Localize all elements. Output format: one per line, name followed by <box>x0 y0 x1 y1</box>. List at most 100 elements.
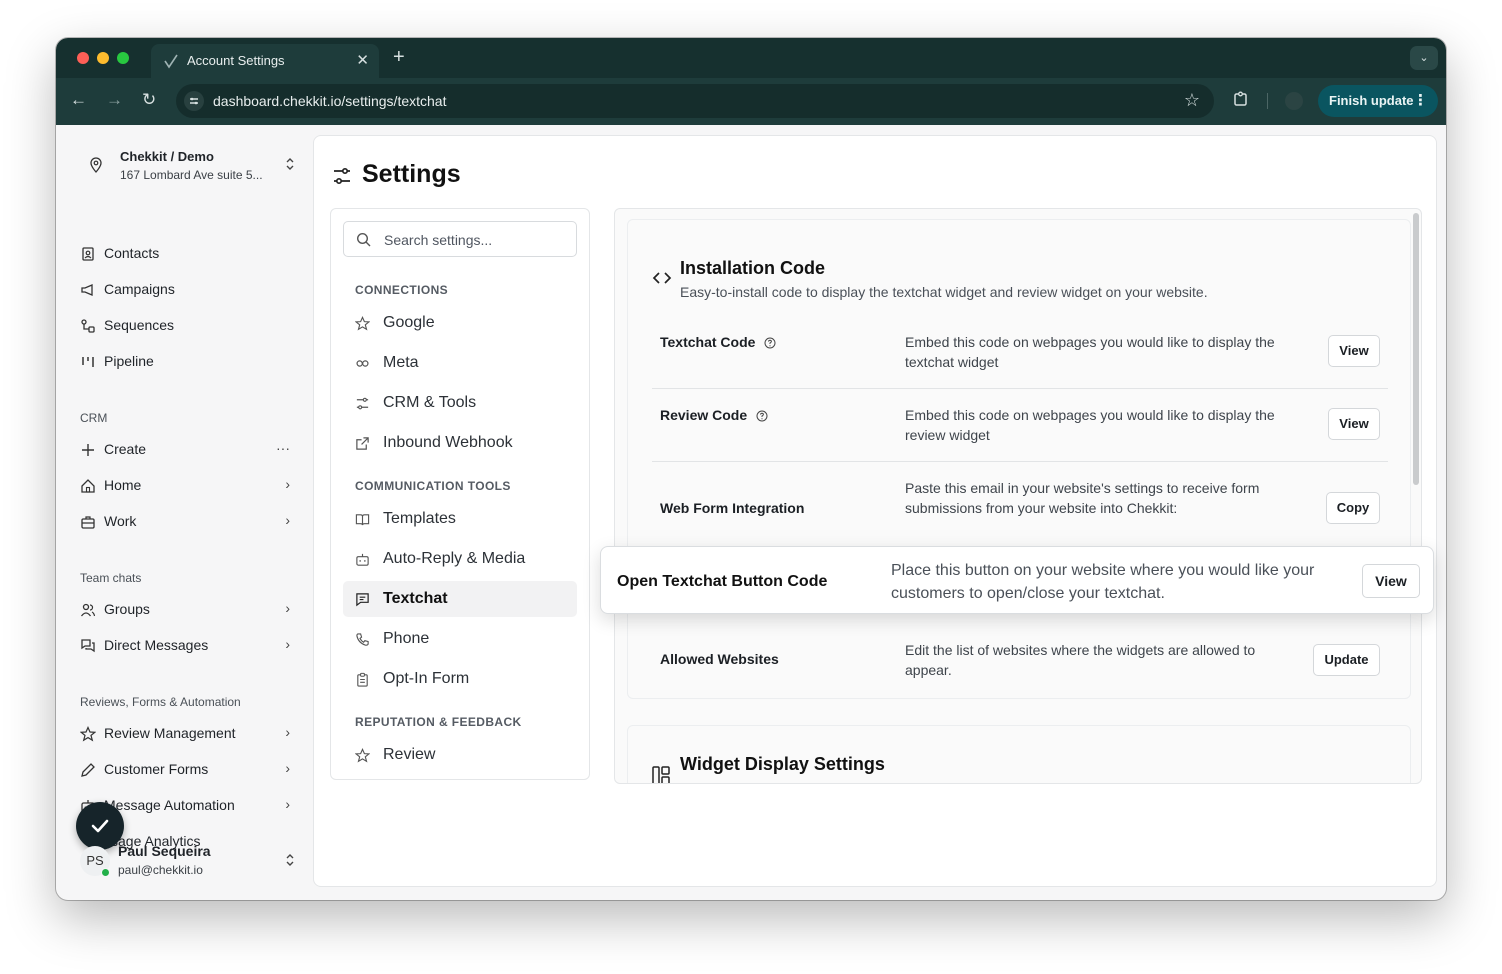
allowed-websites-row: Allowed Websites Edit the list of websit… <box>652 632 1388 692</box>
tab-close-icon[interactable]: ✕ <box>356 51 369 69</box>
sidebar-item-pipeline[interactable]: Pipeline <box>80 349 290 375</box>
book-open-icon <box>355 514 370 526</box>
sidebar-item-direct-messages[interactable]: Direct Messages › <box>80 633 290 659</box>
settings-item-label: Review <box>383 746 436 763</box>
textchat-code-view-button[interactable]: View <box>1328 335 1380 367</box>
more-dots-icon[interactable]: ··· <box>276 440 290 456</box>
close-window-button[interactable] <box>77 52 89 64</box>
search-icon <box>356 232 371 247</box>
review-code-view-button[interactable]: View <box>1328 408 1380 440</box>
chevron-right-icon: › <box>285 476 290 492</box>
widget-display-settings-title: Widget Display Settings <box>680 754 885 774</box>
back-button[interactable]: ← <box>70 90 87 110</box>
minimize-window-button[interactable] <box>97 52 109 64</box>
row-label: Textchat Code <box>660 334 756 350</box>
tab-search-button[interactable]: ⌄ <box>1410 46 1438 70</box>
sidebar-section-crm: CRM <box>80 411 108 425</box>
sidebar-item-contacts[interactable]: Contacts <box>80 241 290 267</box>
row-label: Web Form Integration <box>660 500 805 516</box>
layout-panels-icon <box>652 766 670 783</box>
sidebar-item-review-management[interactable]: Review Management › <box>80 721 290 747</box>
settings-item-label: Textchat <box>383 590 448 607</box>
allowed-websites-update-button[interactable]: Update <box>1313 644 1380 676</box>
megaphone-icon <box>81 284 93 296</box>
forward-button[interactable]: → <box>106 90 123 110</box>
content-scrollbar[interactable] <box>1413 213 1419 485</box>
site-info-icon[interactable] <box>184 91 204 111</box>
settings-page: Settings CONNECTIONS Google Meta CRM & T… <box>313 135 1437 887</box>
maximize-window-button[interactable] <box>117 52 129 64</box>
settings-item-auto-reply-media[interactable]: Auto-Reply & Media <box>343 541 577 577</box>
row-description: Place this button on your website where … <box>891 562 1315 602</box>
chevron-right-icon: › <box>285 636 290 652</box>
pencil-icon <box>81 763 95 777</box>
sidebar-item-label: Create <box>104 441 147 457</box>
browser-toolbar: ← → ↻ dashboard.chekkit.io/settings/text… <box>56 78 1446 125</box>
settings-sliders-icon <box>334 167 350 185</box>
settings-item-meta[interactable]: Meta <box>343 345 577 381</box>
url-text[interactable]: dashboard.chekkit.io/settings/textchat <box>213 93 446 109</box>
browser-tab[interactable]: Account Settings ✕ <box>151 44 379 78</box>
browser-menu-icon[interactable]: ⋮ <box>1413 85 1428 117</box>
users-icon <box>80 603 96 617</box>
sidebar-section-team-chats: Team chats <box>80 571 142 585</box>
toolbar-separator <box>1267 93 1268 109</box>
sidebar-item-sequences[interactable]: Sequences <box>80 313 290 339</box>
help-circle-icon[interactable] <box>764 337 776 349</box>
settings-item-phone[interactable]: Phone <box>343 621 577 657</box>
settings-item-templates[interactable]: Templates <box>343 501 577 537</box>
settings-item-label: CRM & Tools <box>383 394 477 411</box>
installation-code-subtitle: Easy-to-install code to display the text… <box>680 284 1208 300</box>
settings-item-opt-in-form[interactable]: Opt-In Form <box>343 661 577 697</box>
row-description: Embed this code on webpages you would li… <box>905 334 1275 370</box>
sidebar-item-home[interactable]: Home › <box>80 473 290 499</box>
settings-item-review[interactable]: Review <box>343 737 577 773</box>
finish-update-label: Finish update <box>1329 93 1414 108</box>
profile-avatar-icon[interactable] <box>1285 92 1303 110</box>
star-icon <box>355 748 370 763</box>
finish-update-button[interactable]: Finish update ⋮ <box>1318 85 1438 117</box>
address-bar[interactable]: dashboard.chekkit.io/settings/textchat ☆ <box>176 84 1214 118</box>
settings-item-label: Phone <box>383 630 430 647</box>
new-tab-button[interactable]: + <box>393 46 405 69</box>
infinity-icon <box>356 360 369 367</box>
settings-item-textchat[interactable]: Textchat <box>343 581 577 617</box>
home-icon <box>81 479 95 493</box>
sidebar-item-campaigns[interactable]: Campaigns <box>80 277 290 303</box>
sidebar-section-reviews: Reviews, Forms & Automation <box>80 695 241 709</box>
help-circle-icon[interactable] <box>756 410 768 422</box>
settings-item-inbound-webhook[interactable]: Inbound Webhook <box>343 425 577 461</box>
tab-strip: Account Settings ✕ + ⌄ <box>56 38 1446 78</box>
bot-icon <box>356 553 369 566</box>
sidebar-item-customer-forms[interactable]: Customer Forms › <box>80 757 290 783</box>
chevron-right-icon: › <box>285 512 290 528</box>
sidebar-item-create[interactable]: Create ··· <box>80 437 290 463</box>
open-textchat-button-code-row[interactable]: Open Textchat Button Code Place this but… <box>600 546 1434 614</box>
open-textchat-view-button[interactable]: View <box>1362 564 1420 598</box>
contacts-icon <box>82 247 94 261</box>
settings-item-crm-tools[interactable]: CRM & Tools <box>343 385 577 421</box>
bookmark-star-icon[interactable]: ☆ <box>1184 90 1200 111</box>
chevron-updown-icon <box>284 156 296 175</box>
extensions-puzzle-icon[interactable] <box>1232 90 1250 108</box>
sidebar-item-work[interactable]: Work › <box>80 509 290 535</box>
user-menu[interactable]: PS Paul Sequeira paul@chekkit.io <box>80 842 300 882</box>
sidebar-item-groups[interactable]: Groups › <box>80 597 290 623</box>
review-code-row: Review Code Embed this code on webpages … <box>652 389 1388 462</box>
settings-search[interactable] <box>343 221 577 257</box>
location-switcher[interactable]: Chekkit / Demo 167 Lombard Ave suite 5..… <box>80 147 300 187</box>
settings-item-label: Auto-Reply & Media <box>383 550 526 567</box>
search-input[interactable] <box>384 230 564 250</box>
settings-item-label: Google <box>383 314 435 331</box>
user-name: Paul Sequeira <box>118 843 211 859</box>
clipboard-icon <box>357 672 368 687</box>
reload-button[interactable]: ↻ <box>142 90 156 110</box>
page-title: Settings <box>362 160 461 188</box>
star-icon <box>80 726 96 742</box>
map-pin-icon <box>90 157 102 173</box>
settings-item-google[interactable]: Google <box>343 305 577 341</box>
chevron-right-icon: › <box>285 600 290 616</box>
web-form-copy-button[interactable]: Copy <box>1326 492 1380 524</box>
row-description: Paste this email in your website's setti… <box>905 480 1260 516</box>
sidebar-item-label: Groups <box>104 601 150 617</box>
